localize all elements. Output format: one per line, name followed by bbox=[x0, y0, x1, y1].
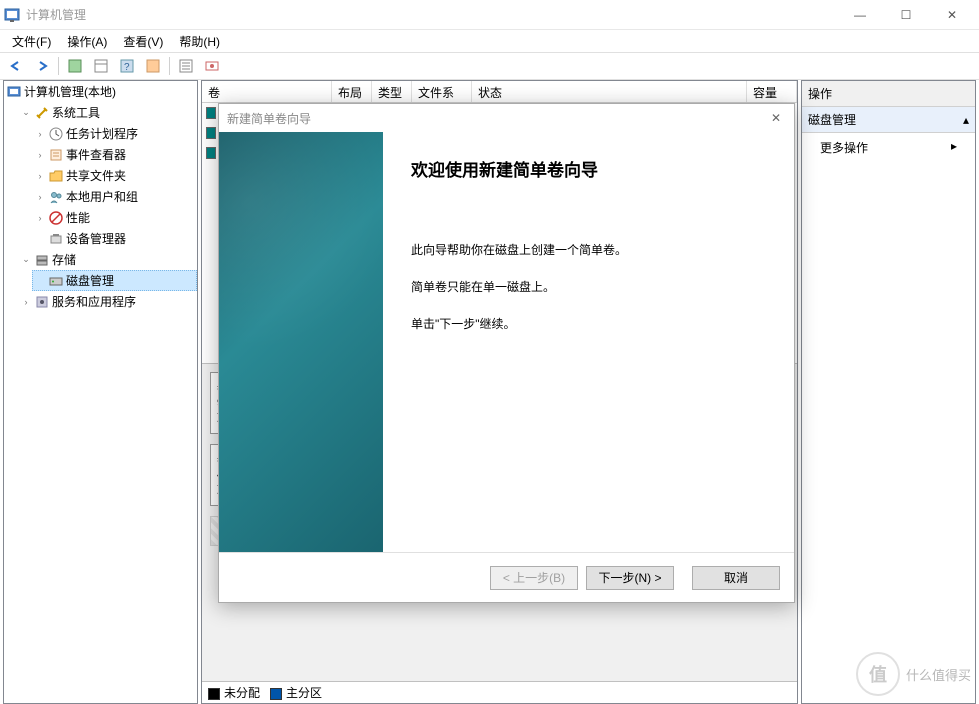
menubar: 文件(F) 操作(A) 查看(V) 帮助(H) bbox=[0, 30, 979, 52]
back-button[interactable] bbox=[4, 55, 28, 77]
expand-icon[interactable]: › bbox=[34, 170, 46, 182]
watermark-text: 什么值得买 bbox=[906, 665, 971, 684]
wizard-banner bbox=[219, 132, 383, 552]
expand-icon[interactable]: › bbox=[34, 191, 46, 203]
legend-primary: 主分区 bbox=[270, 684, 322, 701]
menu-help[interactable]: 帮助(H) bbox=[171, 31, 228, 52]
wizard-title-text: 新建简单卷向导 bbox=[227, 110, 311, 127]
device-icon bbox=[48, 231, 64, 247]
wizard-text: 此向导帮助你在磁盘上创建一个简单卷。 bbox=[411, 241, 766, 260]
menu-view[interactable]: 查看(V) bbox=[115, 31, 171, 52]
col-filesystem[interactable]: 文件系统 bbox=[412, 81, 472, 102]
folder-share-icon bbox=[48, 168, 64, 184]
watermark-icon: 值 bbox=[856, 652, 900, 696]
submenu-arrow-icon: ▸ bbox=[951, 139, 957, 156]
col-capacity[interactable]: 容量 bbox=[747, 81, 797, 102]
tree-event-viewer[interactable]: › 事件查看器 bbox=[32, 144, 197, 165]
expand-icon[interactable]: › bbox=[34, 149, 46, 161]
tree-local-users[interactable]: › 本地用户和组 bbox=[32, 186, 197, 207]
tree-panel: 计算机管理(本地) ⌄ 系统工具 › 任务计划程序 › 事件查看器 bbox=[3, 80, 198, 704]
watermark: 值 什么值得买 bbox=[856, 652, 971, 696]
tree-shared-folders[interactable]: › 共享文件夹 bbox=[32, 165, 197, 186]
legend: 未分配 主分区 bbox=[202, 681, 797, 703]
toolbar-btn-4[interactable] bbox=[141, 55, 165, 77]
collapse-icon[interactable]: ⌄ bbox=[20, 254, 32, 266]
wizard-cancel-button[interactable]: 取消 bbox=[692, 566, 780, 590]
wizard-close-button[interactable]: ✕ bbox=[766, 108, 786, 128]
disk-icon bbox=[48, 273, 64, 289]
collapse-arrow-icon: ▴ bbox=[963, 113, 969, 127]
wizard-text: 单击"下一步"继续。 bbox=[411, 315, 766, 334]
tools-icon bbox=[34, 105, 50, 121]
wizard-content: 欢迎使用新建简单卷向导 此向导帮助你在磁盘上创建一个简单卷。 简单卷只能在单一磁… bbox=[383, 132, 794, 552]
storage-icon bbox=[34, 252, 50, 268]
wizard-text: 简单卷只能在单一磁盘上。 bbox=[411, 278, 766, 297]
wizard-next-button[interactable]: 下一步(N) > bbox=[586, 566, 674, 590]
forward-button[interactable] bbox=[30, 55, 54, 77]
tree-performance[interactable]: › 性能 bbox=[32, 207, 197, 228]
collapse-icon[interactable]: ⌄ bbox=[20, 107, 32, 119]
toolbar: ? bbox=[0, 52, 979, 80]
wizard-titlebar[interactable]: 新建简单卷向导 ✕ bbox=[219, 104, 794, 132]
col-status[interactable]: 状态 bbox=[472, 81, 747, 102]
tree-device-manager[interactable]: › 设备管理器 bbox=[32, 228, 197, 249]
actions-category[interactable]: 磁盘管理 ▴ bbox=[802, 107, 975, 133]
window-title: 计算机管理 bbox=[26, 6, 837, 23]
maximize-button[interactable]: ☐ bbox=[883, 0, 929, 30]
expand-icon[interactable]: › bbox=[34, 212, 46, 224]
computer-icon bbox=[6, 84, 22, 100]
tree-services-apps[interactable]: › 服务和应用程序 bbox=[18, 291, 197, 312]
tree-storage[interactable]: ⌄ 存储 bbox=[18, 249, 197, 270]
toolbar-btn-6[interactable] bbox=[200, 55, 224, 77]
titlebar: 计算机管理 — ☐ ✕ bbox=[0, 0, 979, 30]
actions-more[interactable]: 更多操作 ▸ bbox=[802, 133, 975, 162]
performance-icon bbox=[48, 210, 64, 226]
actions-header: 操作 bbox=[802, 81, 975, 107]
actions-panel: 操作 磁盘管理 ▴ 更多操作 ▸ bbox=[801, 80, 976, 704]
close-button[interactable]: ✕ bbox=[929, 0, 975, 30]
toolbar-btn-2[interactable] bbox=[89, 55, 113, 77]
toolbar-btn-5[interactable] bbox=[174, 55, 198, 77]
clock-icon bbox=[48, 126, 64, 142]
col-volume[interactable]: 卷 bbox=[202, 81, 332, 102]
minimize-button[interactable]: — bbox=[837, 0, 883, 30]
volume-stripe-icon bbox=[206, 127, 216, 139]
event-icon bbox=[48, 147, 64, 163]
col-type[interactable]: 类型 bbox=[372, 81, 412, 102]
tree-task-scheduler[interactable]: › 任务计划程序 bbox=[32, 123, 197, 144]
services-icon bbox=[34, 294, 50, 310]
tree-disk-management[interactable]: › 磁盘管理 bbox=[32, 270, 197, 291]
toolbar-btn-3[interactable]: ? bbox=[115, 55, 139, 77]
volume-list-header: 卷 布局 类型 文件系统 状态 容量 bbox=[202, 81, 797, 103]
volume-stripe-icon bbox=[206, 107, 216, 119]
legend-unallocated: 未分配 bbox=[208, 684, 260, 701]
toolbar-btn-1[interactable] bbox=[63, 55, 87, 77]
wizard-heading: 欢迎使用新建简单卷向导 bbox=[411, 156, 766, 181]
volume-stripe-icon bbox=[206, 147, 216, 159]
expand-icon[interactable]: › bbox=[34, 128, 46, 140]
wizard-footer: < 上一步(B) 下一步(N) > 取消 bbox=[219, 552, 794, 602]
menu-action[interactable]: 操作(A) bbox=[59, 31, 115, 52]
new-simple-volume-wizard: 新建简单卷向导 ✕ 欢迎使用新建简单卷向导 此向导帮助你在磁盘上创建一个简单卷。… bbox=[218, 103, 795, 603]
svg-text:?: ? bbox=[124, 62, 130, 73]
tree-system-tools[interactable]: ⌄ 系统工具 bbox=[18, 102, 197, 123]
menu-file[interactable]: 文件(F) bbox=[4, 31, 59, 52]
col-layout[interactable]: 布局 bbox=[332, 81, 372, 102]
wizard-back-button: < 上一步(B) bbox=[490, 566, 578, 590]
expand-icon[interactable]: › bbox=[20, 296, 32, 308]
users-icon bbox=[48, 189, 64, 205]
app-icon bbox=[4, 7, 20, 23]
tree-root[interactable]: 计算机管理(本地) bbox=[4, 81, 197, 102]
